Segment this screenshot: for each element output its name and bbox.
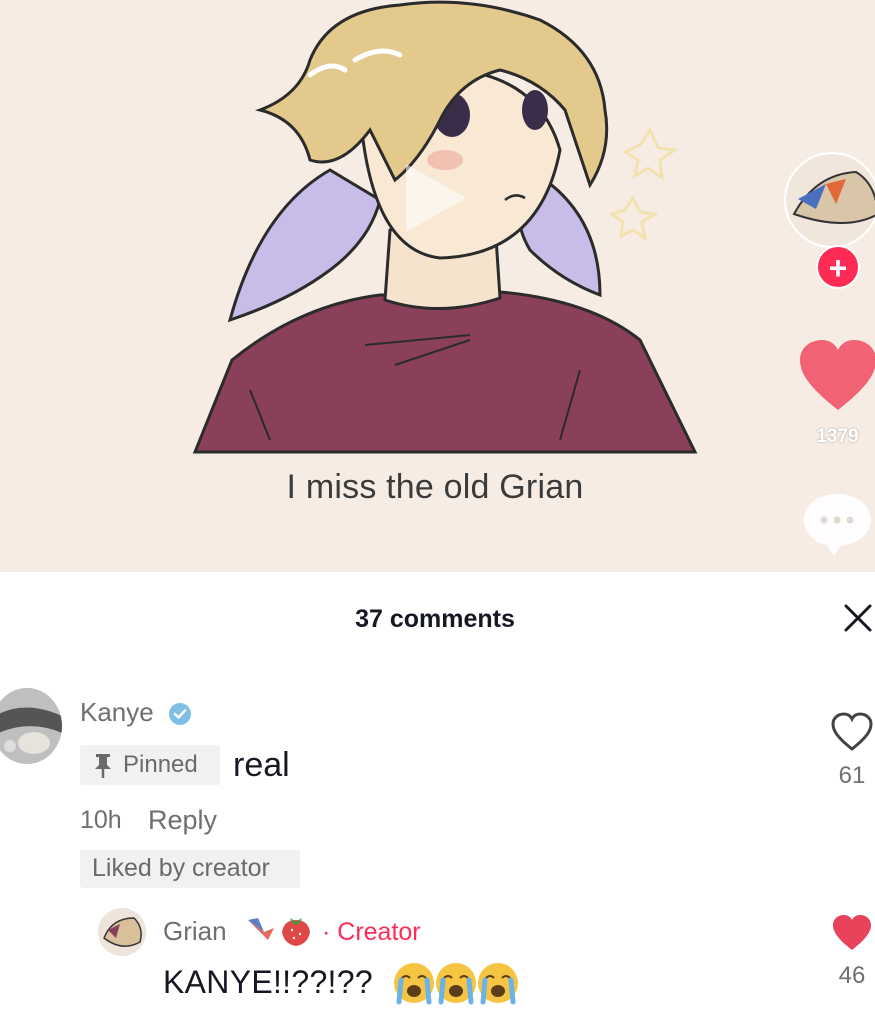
liked-by-creator-label: Liked by creator (92, 854, 270, 882)
comment-like-count: 61 (838, 762, 866, 789)
creator-avatar-image (786, 154, 875, 246)
follow-button[interactable]: + (816, 245, 860, 289)
bird-and-strawberry-emoji-icon (248, 918, 310, 946)
commenter-name[interactable]: Kanye (80, 697, 154, 728)
reply-actions-cut-off (163, 1022, 303, 1033)
heart-outline-icon[interactable] (830, 712, 874, 752)
creator-tag: · Creator (322, 918, 421, 946)
reply-text: KANYE!!??!?? (163, 964, 373, 1000)
heart-icon[interactable] (798, 338, 875, 414)
video-caption: I miss the old Grian (286, 468, 584, 506)
reply-author-avatar[interactable] (98, 908, 146, 956)
video-like-count: 1379 (816, 426, 859, 447)
comment-bubble-icon[interactable] (800, 490, 875, 558)
close-icon[interactable] (840, 600, 875, 636)
heart-filled-icon[interactable] (830, 913, 874, 953)
pinned-label: Pinned (123, 751, 198, 778)
video-player[interactable]: I miss the old Grian + 1379 (0, 0, 875, 572)
play-icon[interactable] (400, 160, 470, 236)
reply-button[interactable]: Reply (148, 805, 217, 836)
creator-avatar[interactable] (784, 152, 875, 248)
comments-count-title: 37 comments (355, 605, 515, 633)
reply-author-name[interactable]: Grian (163, 916, 227, 947)
crying-face-emoji-icon (394, 963, 518, 1005)
comment-text: real (233, 746, 290, 784)
reply-author-avatar-image (98, 908, 146, 956)
pin-icon (95, 754, 111, 778)
reply-like-count: 46 (838, 962, 866, 989)
verified-badge-icon (169, 703, 191, 725)
comment-timestamp: 10h (80, 806, 122, 834)
